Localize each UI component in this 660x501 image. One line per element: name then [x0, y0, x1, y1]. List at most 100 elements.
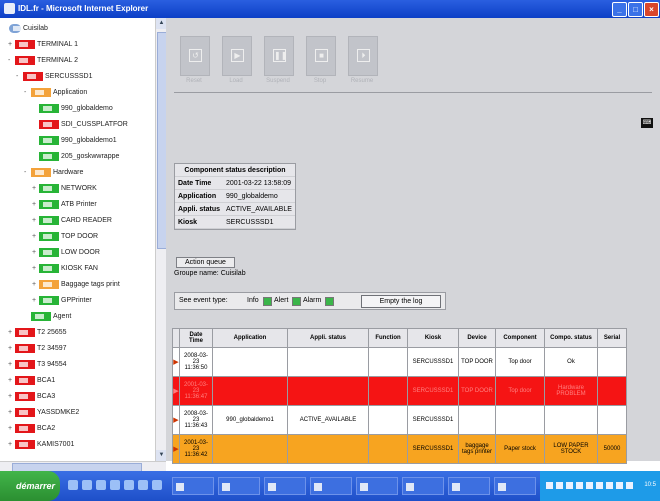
quicklaunch-icon[interactable] — [152, 480, 162, 490]
row-arrow-icon[interactable]: ▶ — [172, 434, 180, 464]
tray-icon[interactable] — [596, 482, 603, 489]
tree-node[interactable]: + BCA2 — [8, 424, 55, 436]
minimize-button[interactable]: _ — [612, 2, 627, 17]
tree-node[interactable]: - SERCUSSSD1 — [16, 72, 92, 84]
tray-icon[interactable] — [616, 482, 623, 489]
taskbar-task[interactable] — [448, 477, 490, 495]
row-arrow-icon[interactable]: ▶ — [172, 376, 180, 406]
tree-node[interactable]: + GPPrinter — [32, 296, 92, 308]
quicklaunch-icon[interactable] — [82, 480, 92, 490]
tray-icon[interactable] — [566, 482, 573, 489]
tree-node-label: TOP DOOR — [61, 233, 99, 240]
expand-toggle-icon[interactable]: - — [16, 73, 23, 80]
info-checkbox[interactable] — [263, 297, 272, 306]
taskbar-task[interactable] — [310, 477, 352, 495]
tree-node[interactable]: + T2 34597 — [8, 344, 67, 356]
tree-node[interactable]: + BCA3 — [8, 392, 55, 404]
table-cell: TOP DOOR — [458, 376, 496, 406]
table-row[interactable]: ▶ 2008-03-23 11:36:50 SERCUSSSD1 TOP DOOR To… — [172, 347, 627, 377]
expand-toggle-icon[interactable]: - — [24, 89, 31, 96]
expand-toggle-icon[interactable]: + — [32, 217, 39, 224]
expand-toggle-icon[interactable]: + — [32, 297, 39, 304]
close-button[interactable]: × — [644, 2, 659, 17]
quicklaunch-icon[interactable] — [68, 480, 78, 490]
tree-node[interactable]: + LOW DOOR — [32, 248, 100, 260]
expand-toggle-icon[interactable]: + — [8, 345, 15, 352]
row-arrow-icon[interactable]: ▶ — [172, 405, 180, 435]
reset-button[interactable]: ↺ — [180, 36, 210, 76]
tree-node[interactable]: + YASSDMKE2 — [8, 408, 79, 420]
tree-node[interactable]: + CARD READER — [32, 216, 112, 228]
tray-icon[interactable] — [556, 482, 563, 489]
table-cell: SERCUSSSD1 — [407, 376, 459, 406]
row-arrow-icon[interactable]: ▶ — [172, 347, 180, 377]
table-row[interactable]: ▶ 2001-03-23 11:36:42 SERCUSSSD1 baggage ta… — [172, 434, 627, 464]
expand-toggle-icon[interactable]: + — [8, 393, 15, 400]
tree-node[interactable]: + ATB Printer — [32, 200, 97, 212]
tray-icon[interactable] — [606, 482, 613, 489]
taskbar-task[interactable] — [402, 477, 444, 495]
tree-node[interactable]: 205_goskwwrappe — [32, 152, 119, 164]
load-button[interactable]: ▶ — [222, 36, 252, 76]
keyboard-icon[interactable]: ⌨ — [641, 118, 653, 128]
suspend-button[interactable]: ❚❚ — [264, 36, 294, 76]
start-button[interactable]: démarrer — [0, 471, 60, 501]
taskbar-task[interactable] — [172, 477, 214, 495]
expand-toggle-icon[interactable]: + — [8, 361, 15, 368]
expand-toggle-icon[interactable]: + — [32, 281, 39, 288]
resume-button[interactable]: ⏵ — [348, 36, 378, 76]
expand-toggle-icon[interactable]: + — [32, 185, 39, 192]
expand-toggle-icon[interactable]: + — [32, 265, 39, 272]
quicklaunch-icon[interactable] — [96, 480, 106, 490]
tree-node[interactable]: + TOP DOOR — [32, 232, 98, 244]
tree-node[interactable]: Agent — [24, 312, 71, 324]
tree-node[interactable]: + NETWORK — [32, 184, 97, 196]
empty-log-button[interactable]: Empty the log — [361, 295, 441, 308]
expand-toggle-icon[interactable]: + — [8, 441, 15, 448]
table-cell — [368, 434, 408, 464]
quicklaunch-icon[interactable] — [110, 480, 120, 490]
table-row[interactable]: ▶ 2008-03-23 11:36:43 990_globaldemo1 ACTIV… — [172, 405, 627, 435]
tree-node[interactable]: - Hardware — [24, 168, 83, 180]
expand-toggle-icon[interactable]: + — [8, 425, 15, 432]
action-queue-button[interactable]: Action queue — [176, 257, 235, 268]
alert-checkbox[interactable] — [292, 297, 301, 306]
tray-icon[interactable] — [586, 482, 593, 489]
expand-toggle-icon[interactable]: + — [32, 201, 39, 208]
table-row[interactable]: ▶ 2001-03-23 11:36:47 SERCUSSSD1 TOP DOOR To… — [172, 376, 627, 406]
expand-toggle-icon[interactable]: - — [24, 169, 31, 176]
expand-toggle-icon[interactable]: - — [8, 57, 15, 64]
tree-node[interactable]: + KAMIS7001 — [8, 440, 74, 452]
stop-button[interactable]: ■ — [306, 36, 336, 76]
tray-icon[interactable] — [546, 482, 553, 489]
expand-toggle-icon[interactable]: + — [8, 41, 15, 48]
taskbar-task[interactable] — [356, 477, 398, 495]
taskbar-task[interactable] — [264, 477, 306, 495]
tree-node[interactable]: - TERMINAL 2 — [8, 56, 78, 68]
expand-toggle-icon[interactable]: + — [32, 233, 39, 240]
quicklaunch-icon[interactable] — [138, 480, 148, 490]
tree-node-label: CARD READER — [61, 217, 112, 224]
tree-node[interactable]: 990_globaldemo — [32, 104, 113, 116]
tree-node[interactable]: - Application — [24, 88, 87, 100]
alarm-checkbox[interactable] — [325, 297, 334, 306]
maximize-button[interactable]: □ — [628, 2, 643, 17]
expand-toggle-icon[interactable]: + — [8, 329, 15, 336]
tray-icon[interactable] — [576, 482, 583, 489]
tree-node[interactable]: Cuisilab — [2, 24, 48, 36]
tree-node[interactable]: + KIOSK FAN — [32, 264, 98, 276]
taskbar-task[interactable] — [494, 477, 536, 495]
tree-node[interactable]: SDI_CUSSPLATFOR — [32, 120, 128, 132]
tray-icon[interactable] — [626, 482, 633, 489]
taskbar-task[interactable] — [218, 477, 260, 495]
tree-node[interactable]: 990_globaldemo1 — [32, 136, 117, 148]
expand-toggle-icon[interactable]: + — [8, 409, 15, 416]
tree-node[interactable]: + T2 25655 — [8, 328, 67, 340]
tree-node[interactable]: + Baggage tags print — [32, 280, 120, 292]
expand-toggle-icon[interactable]: + — [32, 249, 39, 256]
tree-node[interactable]: + T3 94554 — [8, 360, 67, 372]
quicklaunch-icon[interactable] — [124, 480, 134, 490]
tree-node[interactable]: + TERMINAL 1 — [8, 40, 78, 52]
expand-toggle-icon[interactable]: + — [8, 377, 15, 384]
tree-node[interactable]: + BCA1 — [8, 376, 55, 388]
